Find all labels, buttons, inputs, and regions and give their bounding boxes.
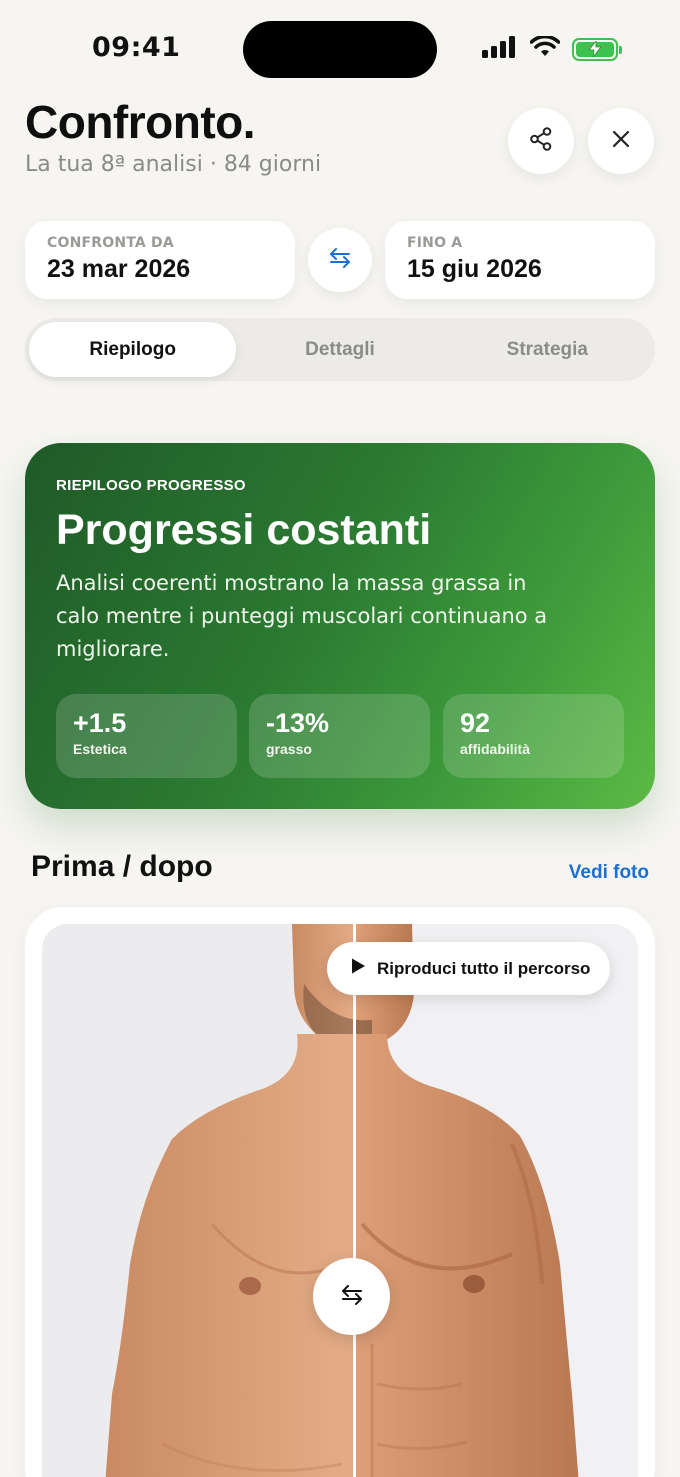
stat-label: Estetica xyxy=(73,741,127,757)
before-after-title: Prima / dopo xyxy=(31,850,213,883)
date-from-label: CONFRONTA DA xyxy=(47,235,174,251)
date-to-picker[interactable]: FINO A 15 giu 2026 xyxy=(385,221,655,299)
stat-reliability: 92 affidabilità xyxy=(443,694,624,778)
summary-text: Analisi coerenti mostrano la massa grass… xyxy=(56,571,548,661)
stat-fat: -13% grasso xyxy=(249,694,430,778)
stat-value: +1.5 xyxy=(73,708,127,738)
before-after-slider[interactable]: Riproduci tutto il percorso xyxy=(42,924,638,1477)
summary-title: Progressi costanti xyxy=(56,506,432,554)
date-from-value: 23 mar 2026 xyxy=(47,255,191,283)
signal-icon xyxy=(482,36,518,62)
see-photos-link[interactable]: Vedi foto xyxy=(569,862,649,884)
swap-arrows-icon xyxy=(340,1284,364,1310)
replay-label: Riproduci tutto il percorso xyxy=(377,958,591,978)
stat-label: affidabilità xyxy=(460,741,531,757)
status-time: 09:41 xyxy=(92,32,181,63)
dynamic-island xyxy=(243,21,437,78)
swap-arrows-icon xyxy=(328,247,352,273)
before-after-card: Riproduci tutto il percorso xyxy=(25,907,655,1477)
torso-photo xyxy=(42,924,638,1477)
page-subtitle: La tua 8ª analisi · 84 giorni xyxy=(25,152,322,177)
date-from-picker[interactable]: CONFRONTA DA 23 mar 2026 xyxy=(25,221,295,299)
slider-divider[interactable] xyxy=(353,924,356,1477)
slider-handle[interactable] xyxy=(313,1258,390,1335)
comparison-screen: 09:41 Confronto. La tua 8ª analisi · 84 … xyxy=(0,0,680,1477)
summary-kicker: RIEPILOGO PROGRESSO xyxy=(56,477,246,494)
tab-dettagli[interactable]: Dettagli xyxy=(236,322,443,377)
progress-summary-card: RIEPILOGO PROGRESSO Progressi costanti A… xyxy=(25,443,655,809)
stat-value: -13% xyxy=(266,708,330,738)
stat-aesthetics: +1.5 Estetica xyxy=(56,694,237,778)
date-to-label: FINO A xyxy=(407,235,463,251)
status-icons xyxy=(482,34,622,62)
wifi-icon xyxy=(529,34,561,62)
share-icon xyxy=(528,126,554,156)
stat-label: grasso xyxy=(266,741,312,757)
replay-journey-button[interactable]: Riproduci tutto il percorso xyxy=(327,942,611,995)
swap-dates-button[interactable] xyxy=(308,228,372,292)
close-button[interactable] xyxy=(588,108,654,174)
stat-value: 92 xyxy=(460,708,491,738)
play-icon xyxy=(349,957,367,980)
view-tabs: Riepilogo Dettagli Strategia xyxy=(25,318,655,381)
tab-riepilogo[interactable]: Riepilogo xyxy=(29,322,237,377)
date-to-value: 15 giu 2026 xyxy=(407,255,542,283)
battery-charging-icon xyxy=(572,37,622,61)
share-button[interactable] xyxy=(508,108,574,174)
tab-strategia[interactable]: Strategia xyxy=(444,322,651,377)
close-icon xyxy=(611,129,631,153)
page-title: Confronto. xyxy=(25,96,256,148)
